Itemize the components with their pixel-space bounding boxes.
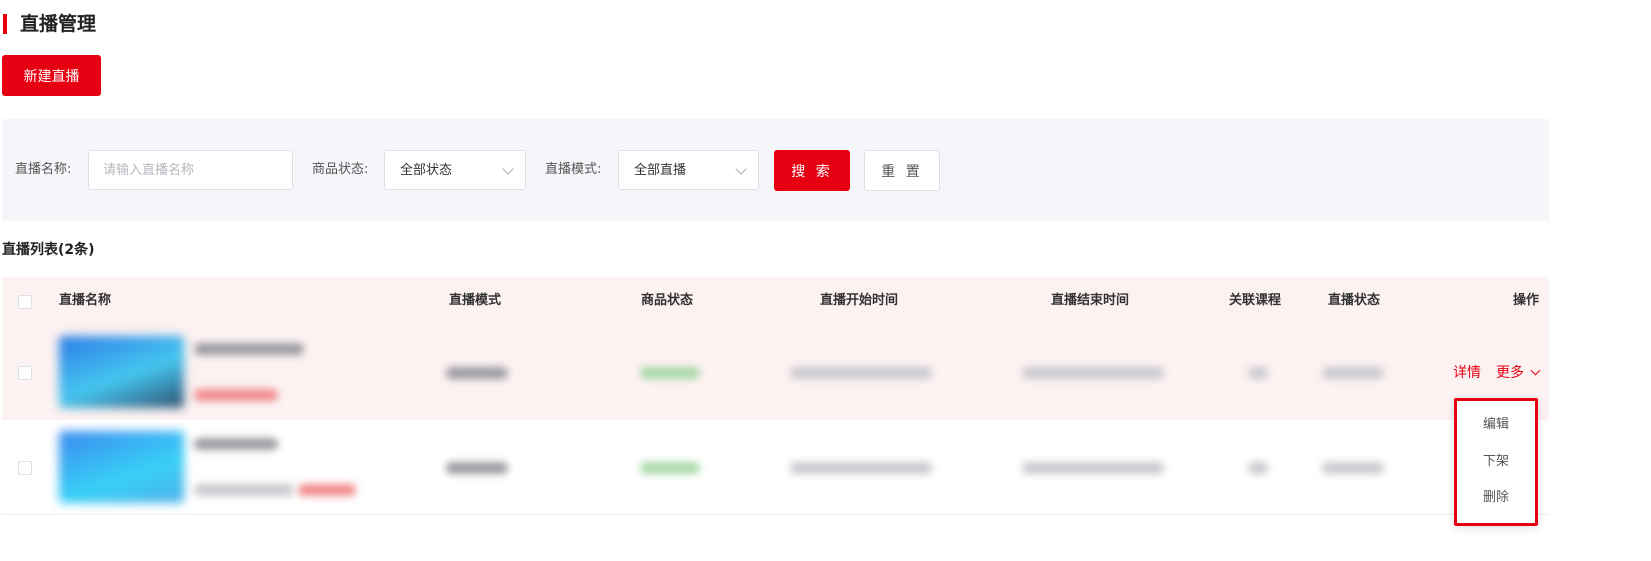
live-name-input[interactable] xyxy=(88,150,293,190)
column-header-mode: 直播模式 xyxy=(449,293,502,308)
blurred-course xyxy=(1248,462,1268,474)
menu-item-delete[interactable]: 删除 xyxy=(1457,488,1535,508)
row-checkbox[interactable] xyxy=(18,366,32,380)
blurred-mode xyxy=(446,367,508,379)
table-header xyxy=(2,277,1549,325)
blurred-course xyxy=(1248,367,1268,379)
live-mode-value: 全部直播 xyxy=(634,163,687,178)
blurred-start-time xyxy=(790,367,932,379)
menu-item-edit[interactable]: 编辑 xyxy=(1457,415,1535,435)
column-header-course: 关联课程 xyxy=(1229,293,1282,308)
column-header-end-time: 直播结束时间 xyxy=(1051,293,1130,308)
product-status-label: 商品状态: xyxy=(312,162,369,177)
blurred-tag xyxy=(298,484,356,496)
blurred-end-time xyxy=(1022,367,1164,379)
blurred-live-title xyxy=(194,343,304,355)
live-mode-label: 直播模式: xyxy=(545,162,602,177)
column-header-actions: 操作 xyxy=(1513,293,1540,308)
list-title: 直播列表(2条) xyxy=(2,242,95,258)
detail-link[interactable]: 详情 xyxy=(1453,363,1481,383)
select-all-checkbox[interactable] xyxy=(18,295,32,309)
live-mode-select[interactable]: 全部直播 xyxy=(618,150,759,190)
row-checkbox[interactable] xyxy=(18,461,32,475)
page-title: 直播管理 xyxy=(20,13,97,35)
column-header-start-time: 直播开始时间 xyxy=(820,293,899,308)
title-accent-bar xyxy=(3,14,7,34)
blurred-end-time xyxy=(1022,462,1164,474)
table-row xyxy=(2,325,1549,420)
more-dropdown-menu: 编辑 下架 删除 xyxy=(1454,398,1538,526)
column-header-name: 直播名称 xyxy=(59,293,112,308)
blurred-live-status xyxy=(1322,462,1384,474)
blurred-product-status xyxy=(640,367,700,379)
search-button[interactable]: 搜 索 xyxy=(774,150,850,191)
blurred-mode xyxy=(446,462,508,474)
product-status-select[interactable]: 全部状态 xyxy=(384,150,526,190)
more-link[interactable]: 更多 xyxy=(1496,363,1524,383)
live-cover-image xyxy=(59,336,184,408)
table-row xyxy=(2,420,1549,515)
blurred-live-title xyxy=(194,438,278,450)
chevron-down-icon xyxy=(735,163,747,175)
live-name-label: 直播名称: xyxy=(15,162,72,177)
product-status-value: 全部状态 xyxy=(400,163,453,178)
live-cover-image xyxy=(59,431,184,503)
column-header-product-status: 商品状态 xyxy=(641,293,694,308)
column-header-live-status: 直播状态 xyxy=(1328,293,1381,308)
blurred-tag xyxy=(194,389,278,401)
blurred-product-status xyxy=(640,462,700,474)
blurred-live-status xyxy=(1322,367,1384,379)
chevron-down-icon xyxy=(502,163,514,175)
blurred-start-time xyxy=(790,462,932,474)
reset-button[interactable]: 重 置 xyxy=(864,150,940,191)
blurred-tag xyxy=(194,484,294,496)
new-live-button[interactable]: 新建直播 xyxy=(2,55,101,96)
menu-item-delist[interactable]: 下架 xyxy=(1457,452,1535,472)
